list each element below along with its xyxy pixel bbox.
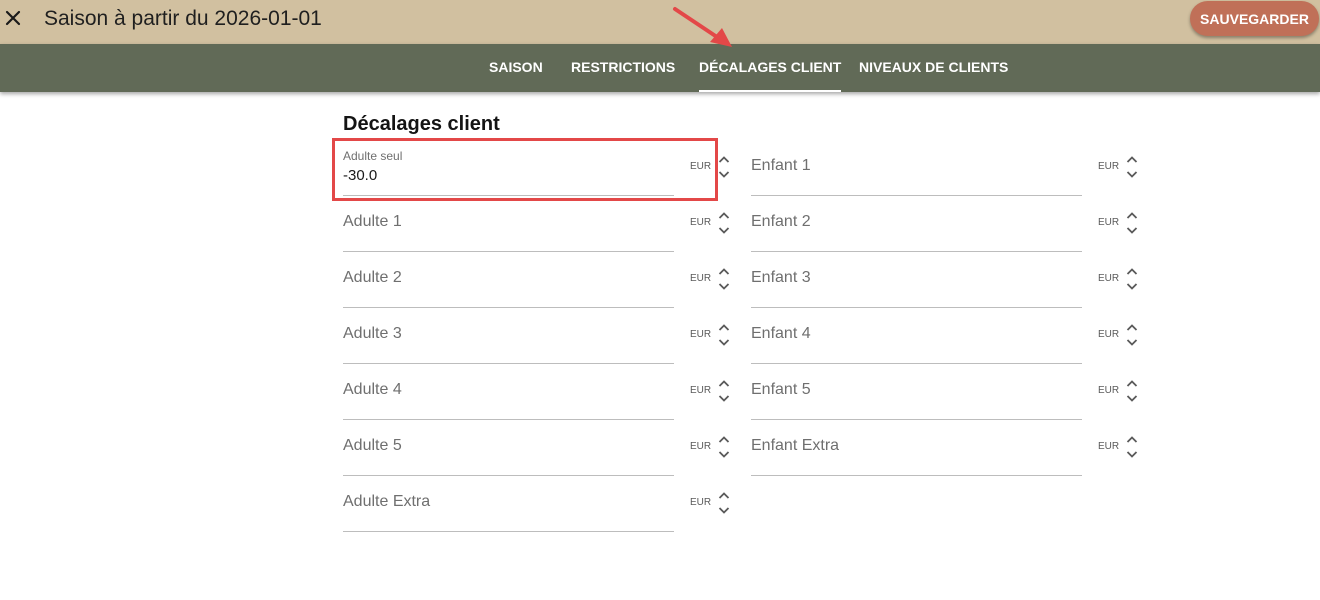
- adulte-extra-field[interactable]: Adulte Extra EUR: [343, 476, 731, 532]
- field-label: Enfant 4: [751, 325, 811, 342]
- field-label: Adulte seul: [343, 149, 403, 163]
- tab-saison[interactable]: SAISON: [489, 44, 543, 92]
- currency-label: EUR: [1098, 329, 1120, 340]
- field-label: Adulte 2: [343, 269, 402, 286]
- tab-bar: SAISON RESTRICTIONS DÉCALAGES CLIENT NIV…: [0, 44, 1320, 92]
- stepper-chevrons-icon[interactable]: [718, 322, 730, 348]
- field-label: Enfant 1: [751, 157, 811, 174]
- section-title: Décalages client: [343, 113, 500, 135]
- stepper-chevrons-icon[interactable]: [1126, 210, 1138, 236]
- currency-label: EUR: [690, 161, 712, 172]
- currency-label: EUR: [1098, 385, 1120, 396]
- field-underline: [343, 531, 674, 532]
- stepper-chevrons-icon[interactable]: [718, 266, 730, 292]
- adulte-2-field[interactable]: Adulte 2 EUR: [343, 252, 731, 308]
- close-button[interactable]: [2, 7, 24, 29]
- field-label: Enfant 3: [751, 269, 811, 286]
- adulte-1-field[interactable]: Adulte 1 EUR: [343, 196, 731, 252]
- stepper-chevrons-icon[interactable]: [718, 490, 730, 516]
- currency-label: EUR: [1098, 217, 1120, 228]
- stepper-chevrons-icon[interactable]: [1126, 266, 1138, 292]
- enfant-5-field[interactable]: Enfant 5 EUR: [751, 364, 1139, 420]
- tab-niveaux-de-clients[interactable]: NIVEAUX DE CLIENTS: [859, 44, 1008, 92]
- stepper-chevrons-icon[interactable]: [718, 434, 730, 460]
- adulte-4-field[interactable]: Adulte 4 EUR: [343, 364, 731, 420]
- stepper-chevrons-icon[interactable]: [718, 154, 730, 180]
- field-label: Adulte 5: [343, 437, 402, 454]
- top-app-bar: Saison à partir du 2026-01-01 SAUVEGARDE…: [0, 0, 1320, 44]
- stepper-chevrons-icon[interactable]: [1126, 322, 1138, 348]
- page-title: Saison à partir du 2026-01-01: [44, 7, 322, 30]
- stepper-chevrons-icon[interactable]: [1126, 378, 1138, 404]
- annotation-arrow-icon: [673, 7, 732, 47]
- currency-label: EUR: [690, 385, 712, 396]
- tab-restrictions[interactable]: RESTRICTIONS: [571, 44, 675, 92]
- adulte-3-field[interactable]: Adulte 3 EUR: [343, 308, 731, 364]
- stepper-chevrons-icon[interactable]: [1126, 154, 1138, 180]
- enfant-extra-field[interactable]: Enfant Extra EUR: [751, 420, 1139, 476]
- field-label: Adulte 1: [343, 213, 402, 230]
- field-label: Adulte 4: [343, 381, 402, 398]
- field-label: Enfant Extra: [751, 437, 840, 454]
- adulte-5-field[interactable]: Adulte 5 EUR: [343, 420, 731, 476]
- currency-label: EUR: [690, 217, 712, 228]
- adulte-seul-field[interactable]: Adulte seul -30.0 EUR: [343, 140, 731, 196]
- field-label: Enfant 5: [751, 381, 811, 398]
- tab-decalages-client[interactable]: DÉCALAGES CLIENT: [699, 44, 842, 92]
- field-label: Enfant 2: [751, 213, 811, 230]
- field-label: Adulte 3: [343, 325, 402, 342]
- save-button[interactable]: SAUVEGARDER: [1190, 1, 1319, 36]
- currency-label: EUR: [690, 273, 712, 284]
- stepper-chevrons-icon[interactable]: [1126, 434, 1138, 460]
- enfant-1-field[interactable]: Enfant 1 EUR: [751, 140, 1139, 196]
- currency-label: EUR: [1098, 161, 1120, 172]
- field-value[interactable]: -30.0: [343, 167, 377, 184]
- currency-label: EUR: [690, 497, 712, 508]
- close-icon: [5, 10, 21, 26]
- currency-label: EUR: [1098, 441, 1120, 452]
- stepper-chevrons-icon[interactable]: [718, 378, 730, 404]
- enfant-3-field[interactable]: Enfant 3 EUR: [751, 252, 1139, 308]
- field-label: Adulte Extra: [343, 493, 431, 510]
- currency-label: EUR: [690, 441, 712, 452]
- field-underline: [751, 475, 1082, 476]
- enfant-2-field[interactable]: Enfant 2 EUR: [751, 196, 1139, 252]
- stepper-chevrons-icon[interactable]: [718, 210, 730, 236]
- currency-label: EUR: [1098, 273, 1120, 284]
- enfant-4-field[interactable]: Enfant 4 EUR: [751, 308, 1139, 364]
- currency-label: EUR: [690, 329, 712, 340]
